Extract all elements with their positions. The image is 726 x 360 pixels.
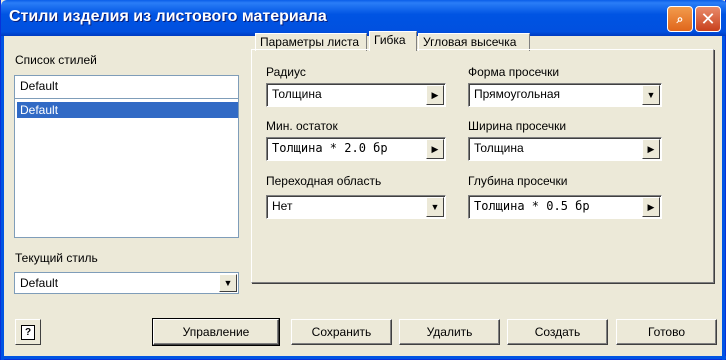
dialog-window: Стили изделия из листового материала ⌕ ✕… — [0, 0, 726, 360]
title-bar[interactable]: Стили изделия из листового материала ⌕ ✕ — [1, 0, 726, 36]
min-rest-label: Мин. остаток — [266, 119, 338, 133]
arrow-right-icon[interactable]: ▶ — [642, 139, 660, 159]
current-style-select[interactable]: Default ▼ — [14, 272, 239, 294]
tab-bend[interactable]: Гибка — [369, 31, 417, 51]
current-style-label: Текущий стиль — [15, 251, 98, 265]
arrow-right-icon[interactable]: ▶ — [426, 85, 444, 105]
close-icon[interactable]: ✕ — [695, 6, 721, 32]
arrow-right-icon[interactable]: ▶ — [642, 197, 660, 217]
relief-width-label: Ширина просечки — [468, 119, 567, 133]
window-frame-left — [1, 36, 4, 360]
relief-width-value: Толщина — [474, 141, 524, 155]
window-frame-right — [722, 36, 725, 360]
transition-select[interactable]: Нет ▼ — [266, 195, 446, 219]
pin-icon[interactable]: ⌕ — [667, 6, 693, 32]
relief-shape-label: Форма просечки — [468, 65, 560, 79]
transition-label: Переходная область — [266, 174, 382, 188]
manage-button[interactable]: Управление — [152, 318, 280, 346]
radius-field[interactable]: Толщина ▶ — [266, 83, 446, 107]
window-title: Стили изделия из листового материала — [9, 8, 327, 25]
save-button[interactable]: Сохранить — [291, 319, 392, 345]
help-button[interactable]: ? — [15, 319, 41, 345]
relief-shape-select[interactable]: Прямоугольная ▼ — [468, 83, 662, 107]
chevron-down-icon[interactable]: ▼ — [219, 274, 237, 292]
relief-shape-value: Прямоугольная — [474, 87, 561, 101]
help-icon: ? — [21, 324, 35, 340]
chevron-down-icon[interactable]: ▼ — [642, 85, 660, 105]
style-name-field[interactable]: Default — [14, 75, 239, 99]
relief-depth-field[interactable]: Толщина * 0.5 бр ▶ — [468, 195, 662, 219]
window-frame-bottom — [1, 356, 726, 359]
arrow-right-icon[interactable]: ▶ — [426, 139, 444, 159]
create-button[interactable]: Создать — [507, 319, 608, 345]
style-name-value: Default — [20, 79, 59, 93]
radius-label: Радиус — [266, 65, 306, 79]
current-style-value: Default — [20, 276, 59, 290]
min-rest-field[interactable]: Толщина * 2.0 бр ▶ — [266, 137, 446, 161]
radius-value: Толщина — [272, 87, 322, 101]
chevron-down-icon[interactable]: ▼ — [426, 197, 444, 217]
min-rest-value: Толщина * 2.0 бр — [272, 141, 388, 155]
relief-width-field[interactable]: Толщина ▶ — [468, 137, 662, 161]
relief-depth-value: Толщина * 0.5 бр — [474, 199, 590, 213]
done-button[interactable]: Готово — [616, 319, 717, 345]
styles-list-label: Список стилей — [15, 53, 97, 67]
styles-listbox[interactable]: Default — [14, 98, 239, 238]
relief-depth-label: Глубина просечки — [468, 174, 568, 188]
list-item[interactable]: Default — [17, 102, 238, 118]
delete-button[interactable]: Удалить — [399, 319, 500, 345]
transition-value: Нет — [272, 199, 293, 213]
